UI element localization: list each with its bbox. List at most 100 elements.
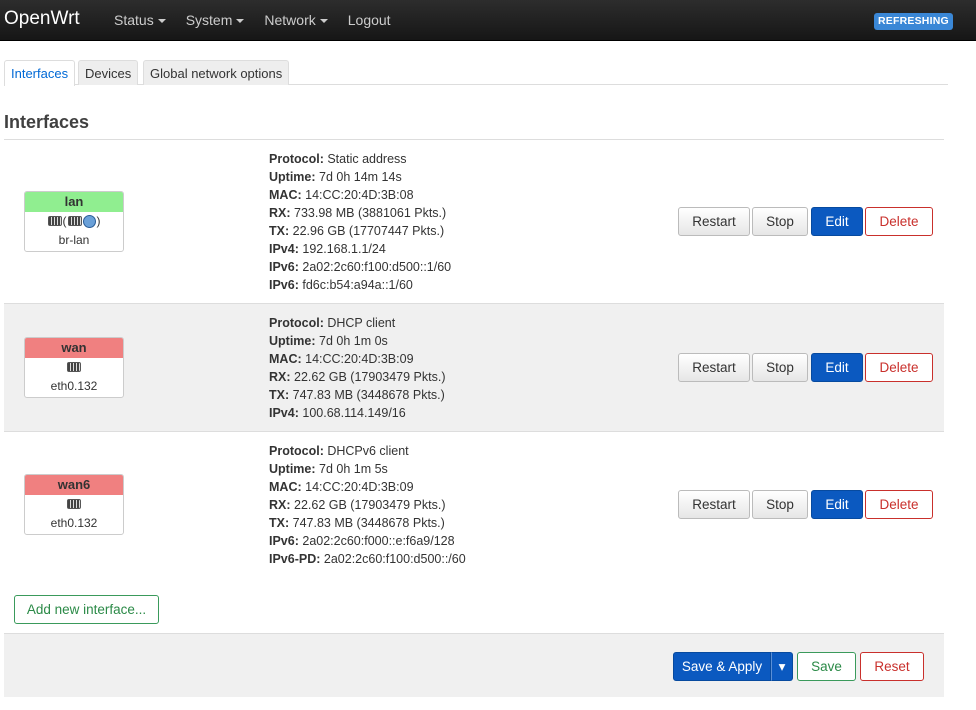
- detail-key: IPv6:: [269, 260, 299, 274]
- detail-line: Protocol: DHCPv6 client: [269, 442, 466, 460]
- detail-line: IPv6-PD: 2a02:2c60:f100:d500::/60: [269, 550, 466, 568]
- detail-line: IPv4: 100.68.114.149/16: [269, 404, 446, 422]
- detail-key: MAC:: [269, 352, 302, 366]
- delete-button[interactable]: Delete: [865, 353, 933, 382]
- refreshing-badge[interactable]: REFRESHING: [874, 13, 953, 30]
- detail-line: IPv6: fd6c:b54:a94a::1/60: [269, 276, 451, 294]
- restart-button[interactable]: Restart: [678, 207, 750, 236]
- detail-line: Uptime: 7d 0h 1m 5s: [269, 460, 466, 478]
- detail-key: IPv4:: [269, 406, 299, 420]
- reset-button[interactable]: Reset: [860, 652, 924, 681]
- detail-value: 733.98 MB (3881061 Pkts.): [294, 206, 447, 220]
- detail-line: Uptime: 7d 0h 14m 14s: [269, 168, 451, 186]
- interface-device: br-lan: [58, 233, 90, 247]
- interface-details: Protocol: DHCP client Uptime: 7d 0h 1m 0…: [269, 314, 446, 422]
- detail-line: MAC: 14:CC:20:4D:3B:08: [269, 186, 451, 204]
- tab-interfaces[interactable]: Interfaces: [4, 60, 76, 86]
- edit-button[interactable]: Edit: [811, 490, 863, 519]
- interface-device-icons: [25, 358, 123, 376]
- detail-key: RX:: [269, 370, 291, 384]
- detail-key: Uptime:: [269, 334, 316, 348]
- menu-system[interactable]: System: [186, 0, 245, 41]
- detail-value: 22.62 GB (17903479 Pkts.): [294, 370, 446, 384]
- save-apply-dropdown-icon[interactable]: ▾: [771, 652, 793, 681]
- interface-details: Protocol: Static address Uptime: 7d 0h 1…: [269, 150, 451, 294]
- section-title: Interfaces: [4, 112, 90, 132]
- detail-key: IPv4:: [269, 242, 299, 256]
- detail-value: 2a02:2c60:f000::e:f6a9/128: [302, 534, 455, 548]
- detail-value: Static address: [327, 152, 407, 166]
- add-interface-button[interactable]: Add new interface...: [14, 595, 159, 624]
- detail-line: TX: 22.96 GB (17707447 Pkts.): [269, 222, 451, 240]
- interface-badge[interactable]: wan6 eth0.132: [24, 474, 124, 535]
- detail-value: 100.68.114.149/16: [302, 406, 406, 420]
- interface-name: wan6: [25, 475, 123, 495]
- ethernet-port-icon: [67, 216, 82, 226]
- menu-logout[interactable]: Logout: [348, 0, 391, 41]
- interface-badge[interactable]: wan eth0.132: [24, 337, 124, 398]
- detail-key: TX:: [269, 224, 290, 238]
- detail-key: MAC:: [269, 188, 302, 202]
- detail-line: RX: 733.98 MB (3881061 Pkts.): [269, 204, 451, 222]
- detail-key: IPv6-PD:: [269, 552, 321, 566]
- stop-button[interactable]: Stop: [752, 353, 808, 382]
- restart-button[interactable]: Restart: [678, 490, 750, 519]
- restart-button[interactable]: Restart: [678, 353, 750, 382]
- edit-button[interactable]: Edit: [811, 353, 863, 382]
- menu-network-label: Network: [264, 12, 316, 28]
- main-menu: Status System Network Logout: [114, 0, 411, 41]
- menu-network[interactable]: Network: [264, 0, 328, 41]
- detail-line: Uptime: 7d 0h 1m 0s: [269, 332, 446, 350]
- save-apply-button[interactable]: Save & Apply: [673, 652, 771, 681]
- interface-row-wan: wan eth0.132 Protocol: DHCP client Uptim…: [4, 304, 944, 432]
- save-button[interactable]: Save: [797, 652, 856, 681]
- edit-button[interactable]: Edit: [811, 207, 863, 236]
- detail-value: fd6c:b54:a94a::1/60: [302, 278, 413, 292]
- menu-status[interactable]: Status: [114, 0, 166, 41]
- detail-line: IPv6: 2a02:2c60:f000::e:f6a9/128: [269, 532, 466, 550]
- detail-key: Uptime:: [269, 462, 316, 476]
- detail-key: TX:: [269, 516, 290, 530]
- stop-button[interactable]: Stop: [752, 207, 808, 236]
- detail-value: 14:CC:20:4D:3B:09: [305, 480, 414, 494]
- stop-button[interactable]: Stop: [752, 490, 808, 519]
- detail-key: IPv6:: [269, 278, 299, 292]
- menu-logout-label: Logout: [347, 12, 391, 28]
- interface-row-wan6: wan6 eth0.132 Protocol: DHCPv6 client Up…: [4, 432, 944, 578]
- form-actions-bar: Save & Apply ▾ Save Reset: [4, 633, 944, 697]
- detail-value: 2a02:2c60:f100:d500::1/60: [302, 260, 452, 274]
- tab-devices[interactable]: Devices: [78, 60, 139, 85]
- tab-global-network-options[interactable]: Global network options: [143, 60, 290, 85]
- detail-key: RX:: [269, 206, 291, 220]
- ethernet-port-icon: [67, 499, 81, 509]
- detail-key: Protocol:: [269, 444, 324, 458]
- detail-key: TX:: [269, 388, 290, 402]
- detail-value: 14:CC:20:4D:3B:09: [305, 352, 414, 366]
- detail-line: RX: 22.62 GB (17903479 Pkts.): [269, 496, 466, 514]
- detail-key: Protocol:: [269, 316, 324, 330]
- detail-key: Protocol:: [269, 152, 324, 166]
- paren-close: ): [96, 214, 101, 228]
- detail-value: DHCP client: [327, 316, 396, 330]
- detail-line: MAC: 14:CC:20:4D:3B:09: [269, 478, 466, 496]
- detail-value: 192.168.1.1/24: [302, 242, 386, 256]
- paren-open: (: [62, 214, 67, 228]
- delete-button[interactable]: Delete: [865, 490, 933, 519]
- interface-name: lan: [25, 192, 123, 212]
- bridge-icon: [47, 216, 62, 226]
- detail-value: 22.62 GB (17903479 Pkts.): [294, 498, 446, 512]
- interface-badge[interactable]: lan ( ) br-lan: [24, 191, 124, 252]
- detail-value: 7d 0h 1m 5s: [319, 462, 388, 476]
- detail-line: RX: 22.62 GB (17903479 Pkts.): [269, 368, 446, 386]
- top-navbar: OpenWrt Status System Network Logout REF…: [0, 0, 976, 41]
- interface-device: eth0.132: [50, 379, 98, 393]
- interface-name: wan: [25, 338, 123, 358]
- interface-row-lan: lan ( ) br-lan Protocol: Static address …: [4, 140, 944, 304]
- chevron-down-icon: [236, 19, 245, 24]
- detail-value: 7d 0h 14m 14s: [319, 170, 402, 184]
- delete-button[interactable]: Delete: [865, 207, 933, 236]
- detail-value: 14:CC:20:4D:3B:08: [305, 188, 414, 202]
- detail-line: Protocol: Static address: [269, 150, 451, 168]
- detail-key: MAC:: [269, 480, 302, 494]
- brand-logo[interactable]: OpenWrt: [4, 8, 80, 30]
